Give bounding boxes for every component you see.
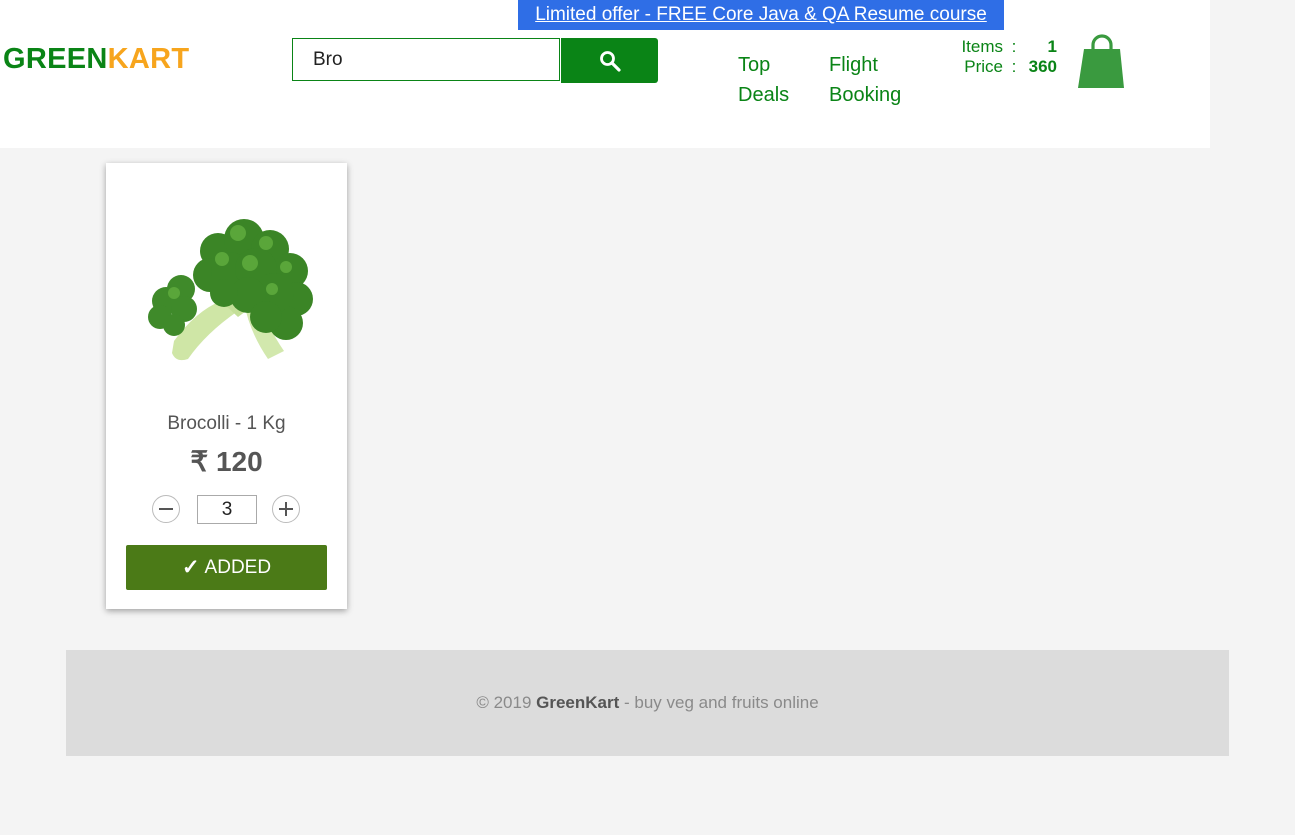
added-button-label: ADDED (204, 556, 272, 578)
search-input[interactable] (292, 38, 560, 81)
footer-prefix: © 2019 (476, 693, 537, 712)
product-card: Brocolli - 1 Kg ₹ 120 ✓ ADDED (106, 163, 347, 609)
footer-text: © 2019 GreenKart - buy veg and fruits on… (66, 693, 1229, 713)
cart-summary: Items : 1 Price : 360 (950, 37, 1057, 77)
product-name: Brocolli - 1 Kg (167, 413, 286, 434)
cart-items-label: Items (961, 37, 1003, 56)
greenkart-logo[interactable]: GREENKART (3, 43, 189, 76)
cart-items-count: 1 (1047, 37, 1057, 56)
search-icon (599, 50, 621, 72)
logo-green-text: GREEN (3, 43, 108, 75)
shopping-bag-icon (1078, 34, 1124, 88)
decrement-button[interactable] (152, 495, 180, 523)
increment-button[interactable] (272, 495, 300, 523)
price-amount: 120 (215, 446, 263, 477)
cart-price-value: 360 (1028, 57, 1057, 76)
footer-brand: GreenKart (536, 693, 620, 712)
limited-offer-banner-link[interactable]: Limited offer - FREE Core Java & QA Resu… (518, 0, 1004, 30)
cart-button[interactable] (1076, 32, 1128, 90)
footer: © 2019 GreenKart - buy veg and fruits on… (66, 650, 1229, 756)
flight-booking-link[interactable]: Flight Booking (829, 50, 919, 110)
flight-booking-line2: Booking (829, 84, 902, 106)
currency-symbol: ₹ (190, 446, 209, 477)
broccoli-image (148, 219, 313, 361)
cart-items-row: Items : 1 (950, 37, 1057, 57)
check-icon: ✓ (181, 556, 200, 579)
top-deals-line1: Top (738, 54, 771, 76)
cart-items-separator: : (1011, 37, 1017, 56)
added-button[interactable]: ✓ ADDED (126, 545, 327, 590)
flight-booking-line1: Flight (829, 54, 878, 76)
product-price: ₹ 120 (106, 445, 347, 478)
search-button[interactable] (561, 38, 658, 83)
quantity-input[interactable] (197, 495, 257, 524)
logo-kart-text: KART (107, 43, 190, 75)
cart-price-row: Price : 360 (950, 57, 1057, 77)
top-deals-line2: Deals (738, 84, 790, 106)
cart-price-separator: : (1011, 57, 1017, 76)
top-deals-link[interactable]: Top Deals (738, 50, 798, 110)
cart-price-label: Price (964, 57, 1003, 76)
footer-suffix: - buy veg and fruits online (619, 693, 819, 712)
header: Limited offer - FREE Core Java & QA Resu… (0, 0, 1210, 148)
